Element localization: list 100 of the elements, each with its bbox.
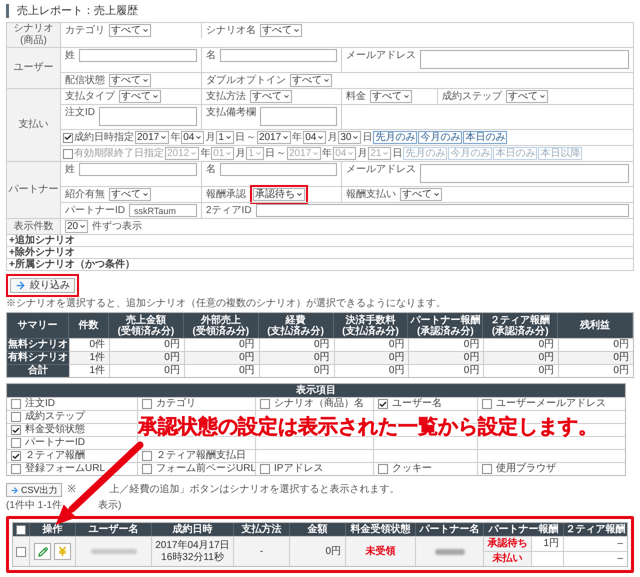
date-unit: 年 (322, 148, 332, 160)
checkbox[interactable] (482, 464, 492, 474)
dropdown[interactable]: 2017 (256, 131, 292, 144)
caret-icon (225, 150, 232, 157)
dropdown[interactable]: 04 (303, 131, 326, 144)
text-area[interactable] (420, 164, 629, 183)
range-separator: ～ (276, 148, 286, 160)
dropdown[interactable]: すべて (506, 90, 548, 103)
checkbox[interactable] (378, 399, 388, 409)
date-shortcut-button[interactable]: 先月のみ (373, 131, 418, 144)
text-field[interactable] (79, 49, 197, 62)
date-shortcut-button[interactable]: 今月のみ (418, 131, 462, 144)
expander-link[interactable]: +追加シナリオ (9, 234, 75, 246)
item-label: 料金受領状態 (25, 424, 85, 436)
text-field[interactable] (256, 204, 629, 217)
edit-button[interactable] (34, 543, 51, 560)
dropdown[interactable]: すべて (109, 188, 151, 201)
table-cell: 0円 (408, 364, 484, 377)
caret-icon (293, 27, 300, 34)
text-field[interactable]: sskRTaum (129, 204, 197, 217)
caret-icon (224, 134, 232, 141)
field-label: 支払備考欄 (206, 107, 256, 119)
caret-icon (382, 150, 390, 157)
filter-button[interactable]: 絞り込み (10, 278, 75, 293)
checkbox[interactable] (142, 399, 152, 409)
checkbox[interactable] (11, 425, 21, 435)
section-label: 支払い (18, 119, 48, 131)
item-label: クッキー (392, 463, 432, 475)
dropdown[interactable]: すべて (119, 90, 161, 103)
csv-button[interactable]: CSV出力 (6, 483, 62, 497)
date-shortcut-button[interactable]: 本日のみ (463, 131, 508, 144)
caret-icon (152, 93, 159, 100)
text-field[interactable] (79, 163, 197, 176)
expander-link[interactable]: +所属シナリオ（かつ条件） (9, 258, 135, 270)
title-accent-bar (6, 4, 9, 18)
column-header: パートナー報酬 (483, 523, 563, 536)
text-field[interactable] (220, 163, 337, 176)
expander-link[interactable]: +除外シナリオ (9, 246, 75, 258)
dropdown[interactable]: 30 (338, 131, 362, 144)
dropdown[interactable]: 1 (216, 131, 234, 144)
item-label: ユーザー名 (392, 398, 442, 410)
page-title: 売上レポート：売上履歴 (17, 5, 138, 17)
caret-icon (403, 93, 410, 100)
caret-icon (190, 150, 198, 157)
table-cell: 0円 (184, 364, 259, 377)
column-header: 操作 (29, 523, 75, 536)
checkbox[interactable] (142, 464, 152, 474)
arrow-icon (15, 280, 26, 291)
checkbox[interactable] (16, 546, 26, 556)
blurred-text (90, 549, 136, 554)
dropdown[interactable]: すべて (109, 74, 151, 87)
table-cell: 0円 (109, 338, 184, 351)
blurred-text (434, 548, 464, 554)
caret-icon (296, 191, 303, 198)
checkbox[interactable] (260, 464, 270, 474)
table-cell: 0円 (258, 338, 334, 351)
dropdown[interactable]: 20 (65, 220, 88, 233)
checkbox[interactable] (378, 464, 388, 474)
checkbox[interactable] (63, 148, 73, 158)
dropdown[interactable]: すべて (290, 74, 332, 87)
checkbox[interactable] (63, 132, 73, 142)
dropdown[interactable]: すべて (109, 24, 151, 37)
table-cell: 2017年04月17日 (155, 540, 230, 552)
dropdown[interactable]: すべて (370, 90, 412, 103)
checkbox[interactable] (142, 451, 152, 461)
checkbox[interactable] (11, 399, 21, 409)
section-label: (商品) (20, 35, 47, 47)
dropdown[interactable]: 04 (181, 131, 204, 144)
table-cell: 0円 (258, 364, 334, 377)
checkbox[interactable] (260, 399, 270, 409)
column-header: パートナー報酬 (承認済み分) (408, 313, 484, 338)
dropdown[interactable]: 承認待ち (253, 188, 305, 201)
checkbox[interactable] (11, 464, 21, 474)
checkbox[interactable] (11, 438, 21, 448)
item-label: 注文ID (25, 398, 55, 410)
checkbox[interactable] (11, 451, 21, 461)
dropdown[interactable]: 2017 (135, 131, 170, 144)
text-area[interactable] (260, 107, 337, 126)
column-header: 残利益 (558, 313, 633, 338)
dropdown[interactable]: すべて (250, 90, 292, 103)
date-unit: 日 (392, 148, 402, 160)
caret-icon (142, 27, 149, 34)
dropdown[interactable]: すべて (260, 24, 302, 37)
payment-button[interactable] (54, 543, 71, 560)
item-label: 登録フォームURL (25, 463, 106, 475)
text-area[interactable] (420, 50, 629, 69)
checkbox[interactable] (16, 524, 26, 534)
table-cell: 0円 (258, 351, 334, 364)
text-area[interactable] (99, 107, 197, 126)
checkbox[interactable] (482, 399, 492, 409)
row-header: 合計 (7, 364, 69, 377)
caret-icon (312, 150, 320, 157)
checkbox[interactable] (11, 412, 21, 422)
text-field[interactable] (220, 49, 337, 62)
table-cell: 0件 (69, 338, 109, 351)
dropdown[interactable]: すべて (400, 188, 442, 201)
column-header: パートナー名 (415, 523, 483, 536)
filter-note: ※シナリオを選択すると、追加シナリオ（任意の複数のシナリオ）が選択できるようになります。 (6, 298, 447, 310)
annotation-text: 承認状態の設定は表示された一覧から設定します。 (138, 414, 598, 440)
field-label: 姓 (65, 164, 75, 176)
